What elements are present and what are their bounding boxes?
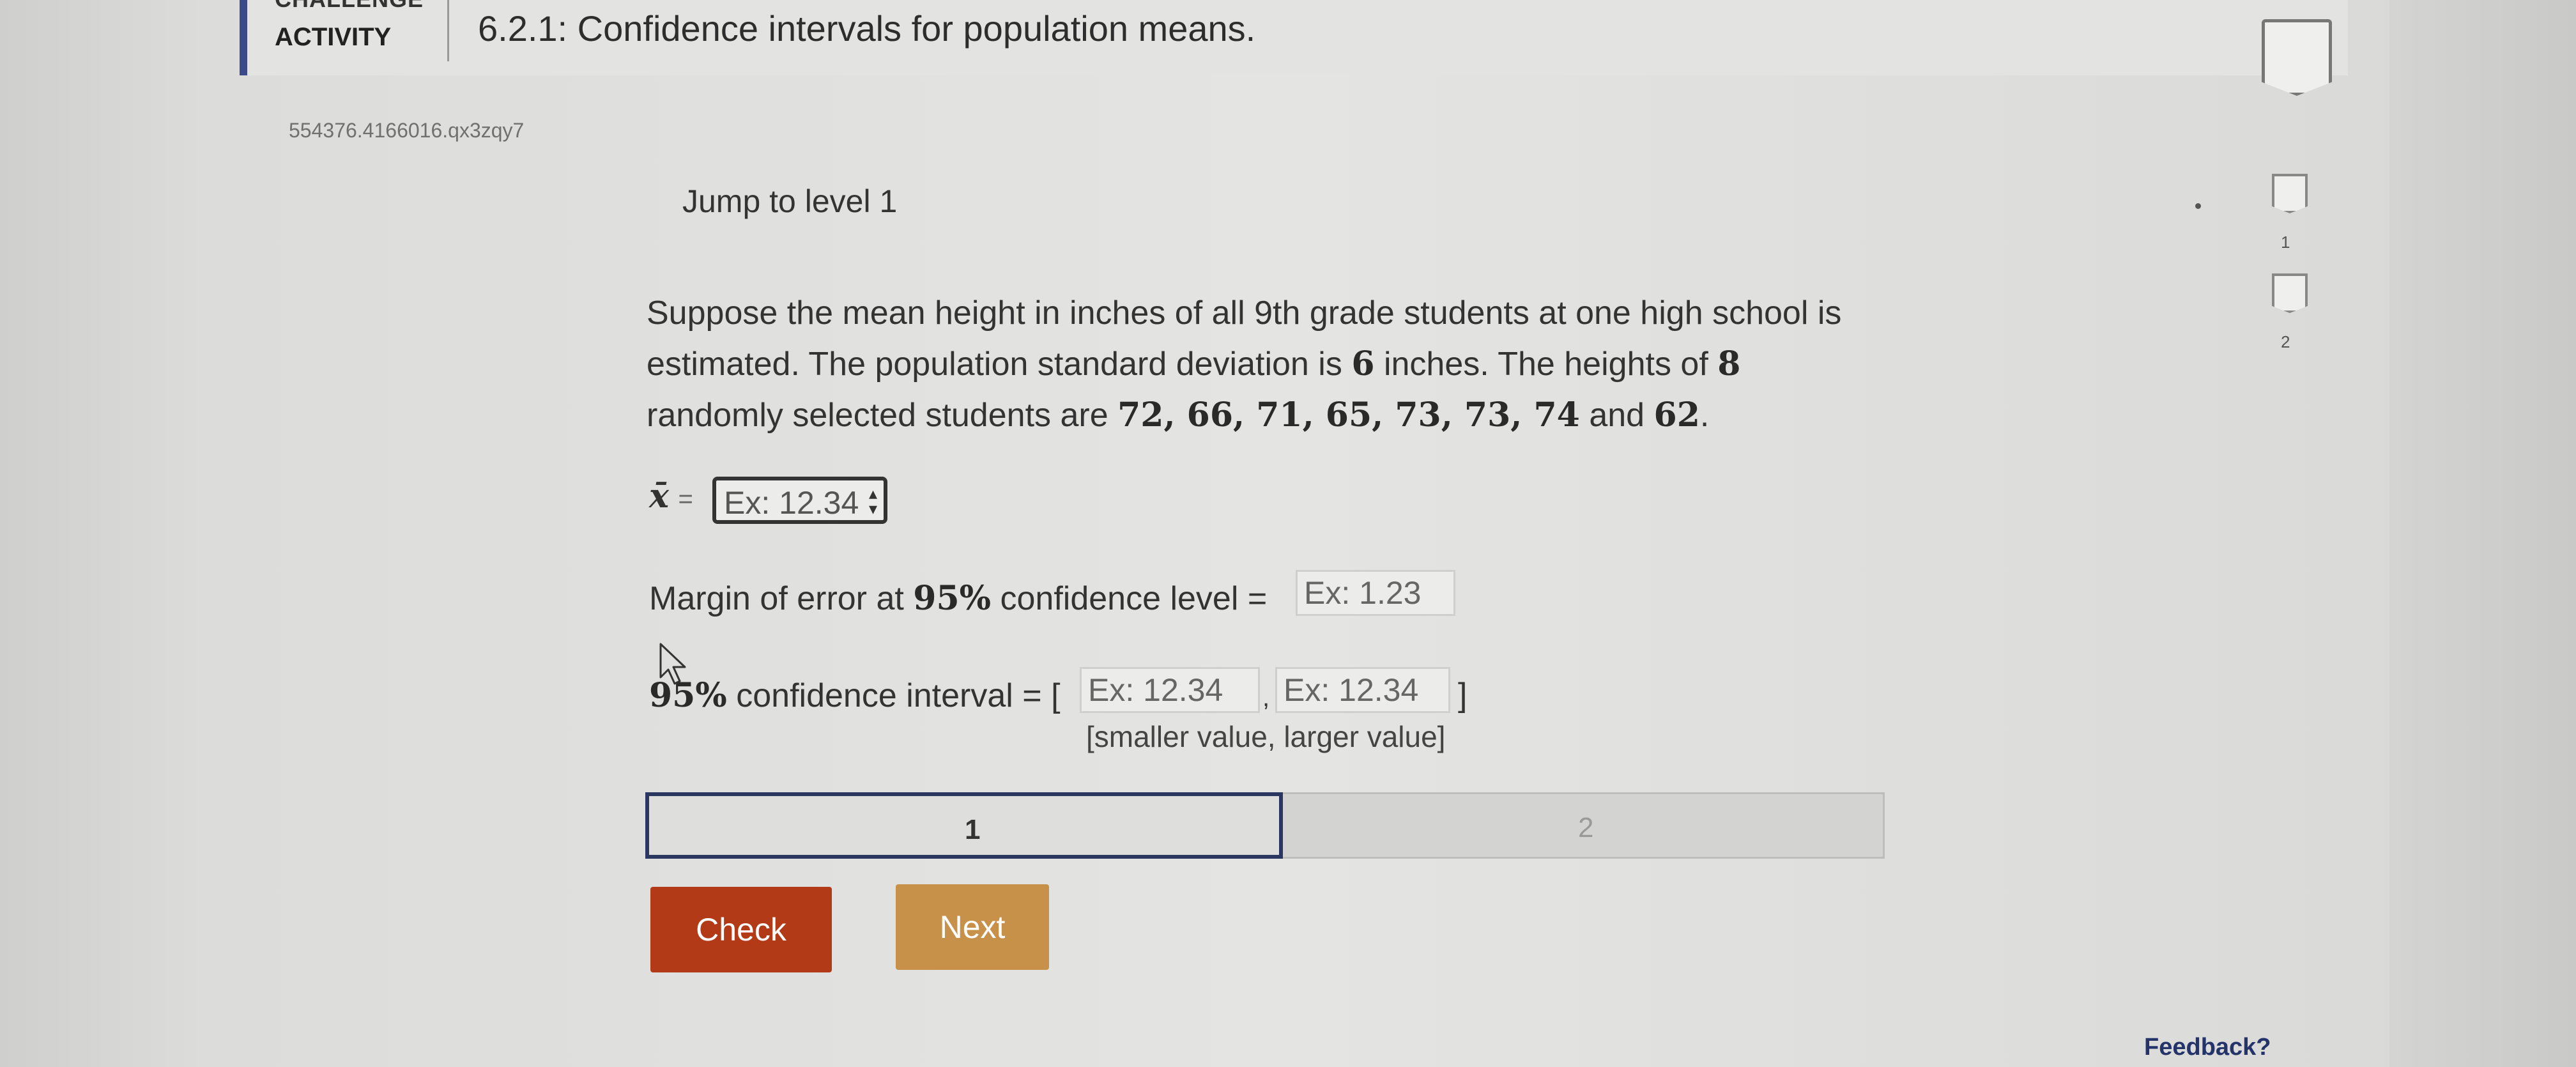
check-button[interactable]: Check bbox=[650, 887, 832, 972]
problem-line-2: estimated. The population standard devia… bbox=[647, 339, 1937, 390]
mouse-cursor-icon bbox=[659, 643, 686, 685]
problem-text: estimated. The population standard devia… bbox=[647, 346, 1352, 383]
margin-label: Margin of error at bbox=[649, 580, 914, 617]
progress-segment-2-label: 2 bbox=[1578, 812, 1594, 843]
interval-row: 95% confidence interval = [ bbox=[649, 676, 1061, 715]
level-1-label: 1 bbox=[2281, 233, 2290, 252]
header-divider bbox=[447, 0, 449, 61]
progress-segment-2[interactable]: 2 bbox=[1283, 792, 1885, 859]
challenge-label: CHALLENGE bbox=[275, 0, 424, 13]
x-bar-symbol: x̄ bbox=[649, 477, 670, 516]
problem-statement: Suppose the mean height in inches of all… bbox=[647, 288, 1937, 441]
interval-upper-input[interactable]: Ex: 12.34 bbox=[1275, 667, 1450, 713]
problem-text: inches. The heights of bbox=[1374, 346, 1718, 383]
interval-lower-input[interactable]: Ex: 12.34 bbox=[1080, 667, 1260, 713]
interval-lower-placeholder: Ex: 12.34 bbox=[1088, 672, 1223, 708]
equals-sign: = bbox=[678, 485, 693, 513]
activity-title: 6.2.1: Confidence intervals for populati… bbox=[478, 8, 1256, 49]
confidence-level: 95% bbox=[913, 579, 992, 618]
level-1-check-icon bbox=[2272, 174, 2308, 213]
margin-row: Margin of error at 95% confidence level … bbox=[649, 579, 1267, 618]
interval-close-bracket: ] bbox=[1458, 677, 1468, 714]
interval-comma: , bbox=[1262, 684, 1270, 712]
problem-text: and bbox=[1579, 397, 1654, 434]
interval-label: confidence interval = [ bbox=[726, 677, 1061, 714]
sample-mean-placeholder: Ex: 12.34 bbox=[724, 485, 859, 521]
screen: CHALLENGE ACTIVITY 6.2.1: Confidence int… bbox=[0, 0, 2576, 1067]
level-progress-bar: 1 2 bbox=[645, 792, 1885, 859]
problem-line-1: Suppose the mean height in inches of all… bbox=[647, 295, 1842, 332]
progress-segment-1[interactable]: 1 bbox=[645, 792, 1283, 859]
completion-check-icon bbox=[2262, 19, 2332, 96]
margin-placeholder: Ex: 1.23 bbox=[1304, 575, 1422, 611]
problem-text: randomly selected students are bbox=[647, 397, 1118, 434]
level-2-label: 2 bbox=[2281, 332, 2290, 351]
activity-label: ACTIVITY bbox=[275, 23, 392, 51]
level-2-check-icon bbox=[2272, 273, 2308, 313]
problem-line-3: randomly selected students are 72, 66, 7… bbox=[647, 390, 1937, 441]
next-button[interactable]: Next bbox=[896, 884, 1049, 970]
sample-mean-input[interactable]: Ex: 12.34 ▴ ▾ bbox=[712, 477, 887, 524]
margin-of-error-input[interactable]: Ex: 1.23 bbox=[1296, 570, 1455, 616]
sample-size-value: 8 bbox=[1717, 344, 1741, 383]
spinner-arrows-icon[interactable]: ▴ ▾ bbox=[869, 485, 877, 517]
interval-upper-placeholder: Ex: 12.34 bbox=[1284, 672, 1419, 708]
header-accent-bar bbox=[240, 0, 247, 75]
std-dev-value: 6 bbox=[1351, 344, 1375, 383]
bullet-dot bbox=[2195, 203, 2201, 209]
activity-id: 554376.4166016.qx3zqy7 bbox=[289, 119, 525, 142]
margin-label: confidence level = bbox=[991, 580, 1268, 617]
mean-row: x̄ = bbox=[649, 477, 693, 516]
sample-last-value: 62 bbox=[1653, 395, 1700, 434]
problem-text: . bbox=[1699, 397, 1710, 434]
interval-hint: [smaller value, larger value] bbox=[1086, 720, 1446, 753]
feedback-link[interactable]: Feedback? bbox=[2144, 1034, 2271, 1061]
progress-segment-1-label: 1 bbox=[965, 814, 981, 845]
jump-to-level-select[interactable]: Jump to level 1 bbox=[682, 183, 897, 220]
sample-values: 72, 66, 71, 65, 73, 73, 74 bbox=[1117, 395, 1580, 434]
page-margin bbox=[2389, 0, 2576, 1067]
